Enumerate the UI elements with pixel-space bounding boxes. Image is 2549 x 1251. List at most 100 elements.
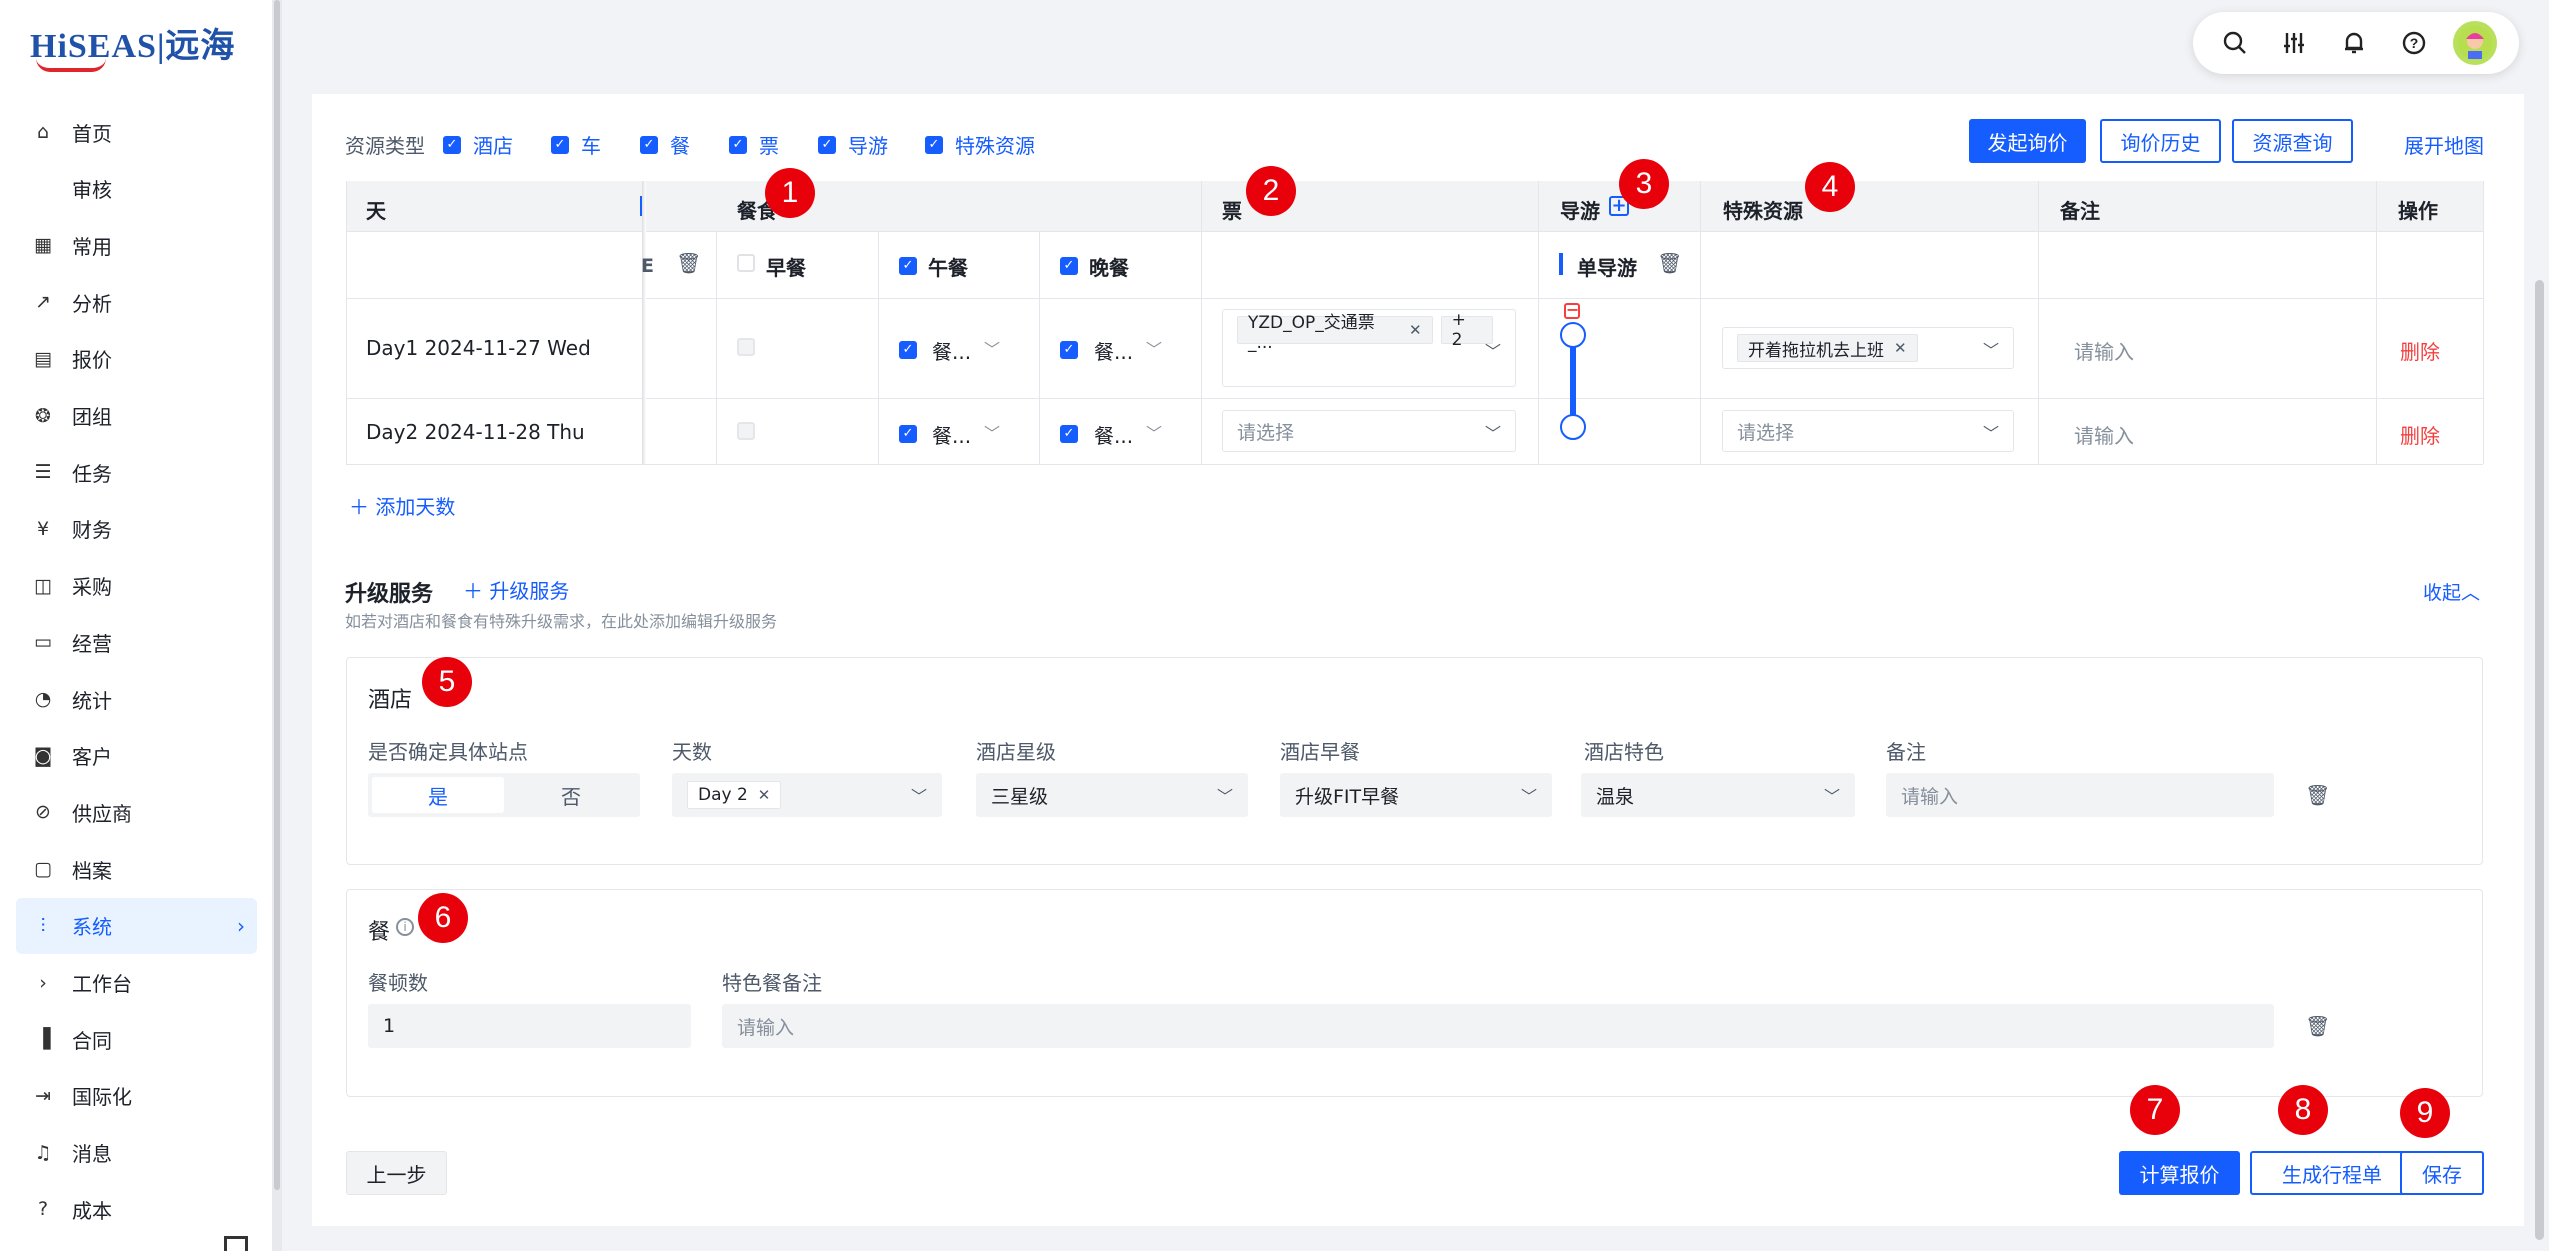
resource-type-checkbox-4[interactable]: ✓ 导游 [818, 130, 888, 159]
day2-dinner-checkbox[interactable]: ✓ [1060, 422, 1078, 443]
day2-ticket-select[interactable]: 请选择 ﹀ [1222, 410, 1516, 452]
supplier-icon: ⊘ [35, 801, 51, 824]
guide-range-handle-start[interactable] [1560, 322, 1586, 348]
sidebar-item-14[interactable]: ⫶ 系统 › [16, 897, 257, 954]
bell-icon: ♫ [34, 1141, 52, 1164]
day1-delete-link[interactable]: 删除 [2400, 336, 2440, 365]
add-day-button[interactable]: ＋ 添加天数 [349, 491, 455, 520]
day1-lunch-checkbox[interactable]: ✓ [899, 338, 917, 359]
save-button[interactable]: 保存 [2400, 1151, 2484, 1195]
breakfast-select[interactable]: 升级FIT早餐 ﹀ [1280, 773, 1552, 817]
sidebar: HiSEAS|远海 ⌂ 首页 审核 ▦ 常用 ↗ 分析 ▤ 报价 ❂ 团组 ☰ 任务 ¥ 财务 ◫ 采购 ▭ 经营 ◔… [0, 0, 282, 1251]
hotel-upgrade-card [346, 657, 2483, 865]
site-yes-option[interactable]: 是 [372, 777, 504, 813]
sidebar-item-8[interactable]: ◫ 采购 [16, 558, 257, 614]
annotation-marker-4: 4 [1805, 162, 1855, 212]
inquiry-button[interactable]: 发起询价 [1969, 119, 2086, 163]
sidebar-item-4[interactable]: ▤ 报价 [16, 331, 257, 387]
delete-guide-trash-icon[interactable]: 🗑 [1657, 251, 1682, 275]
resource-type-checkbox-1[interactable]: ✓ 车 [551, 130, 601, 159]
close-icon[interactable]: ✕ [1894, 339, 1907, 357]
day2-lunch-select[interactable]: 餐... [932, 420, 971, 449]
star-select[interactable]: 三星级 ﹀ [976, 773, 1248, 817]
day2-special-select[interactable]: 请选择 ﹀ [1722, 410, 2014, 452]
dinner-checkbox[interactable]: ✓ [1060, 254, 1078, 275]
sidebar-item-0[interactable]: ⌂ 首页 [16, 104, 257, 160]
sidebar-item-label: 系统 [72, 915, 112, 940]
sliders-icon: ⫶ [40, 914, 46, 937]
sidebar-item-16[interactable]: ▐ 合同 [16, 1011, 257, 1067]
calc-quote-button[interactable]: 计算报价 [2119, 1151, 2240, 1195]
day2-remark-input[interactable]: 请输入 [2074, 420, 2134, 449]
annotation-marker-3: 3 [1619, 159, 1669, 209]
sidebar-item-11[interactable]: ◙ 客户 [16, 728, 257, 784]
sidebar-item-10[interactable]: ◔ 统计 [16, 671, 257, 727]
day1-special-select[interactable]: 开着拖拉机去上班 ✕ ﹀ [1722, 327, 2014, 369]
close-icon[interactable]: ✕ [1409, 321, 1422, 339]
close-icon[interactable]: ✕ [758, 786, 771, 804]
day1-dinner-select[interactable]: 餐... [1094, 336, 1133, 365]
day2-lunch-checkbox[interactable]: ✓ [899, 422, 917, 443]
sidebar-item-3[interactable]: ↗ 分析 [16, 274, 257, 330]
day1-ticket-select[interactable]: YZD_OP_交通票_... ✕ + 2 ﹀ [1222, 309, 1516, 387]
sidebar-collapse-icon[interactable] [224, 1236, 248, 1251]
resource-query-button[interactable]: 资源查询 [2232, 119, 2353, 163]
sidebar-item-1[interactable]: 审核 [16, 161, 257, 217]
resource-type-label-0: 酒店 [473, 134, 513, 158]
sidebar-item-label: 合同 [72, 1028, 112, 1053]
day1-lunch-select[interactable]: 餐... [932, 336, 971, 365]
expand-map-link[interactable]: 展开地图 [2404, 130, 2484, 159]
sidebar-item-12[interactable]: ⊘ 供应商 [16, 784, 257, 840]
delete-meal-upgrade-trash-icon[interactable]: 🗑 [2305, 1014, 2330, 1038]
prev-step-button[interactable]: 上一步 [346, 1151, 447, 1195]
sidebar-item-13[interactable]: ▢ 档案 [16, 841, 257, 897]
sidebar-item-18[interactable]: ♫ 消息 [16, 1125, 257, 1181]
sidebar-item-9[interactable]: ▭ 经营 [16, 614, 257, 670]
sidebar-scrollbar[interactable] [274, 0, 280, 1190]
day1-remark-input[interactable]: 请输入 [2074, 336, 2134, 365]
resource-type-checkbox-5[interactable]: ✓ 特殊资源 [925, 130, 1035, 159]
search-icon[interactable] [2215, 23, 2255, 63]
days-select[interactable]: Day 2 ✕ ﹀ [672, 773, 942, 817]
hotel-remark-input[interactable]: 请输入 [1886, 773, 2274, 817]
sidebar-item-6[interactable]: ☰ 任务 [16, 444, 257, 500]
guide-range-handle-end[interactable] [1560, 414, 1586, 440]
add-upgrade-button[interactable]: ＋ 升级服务 [463, 575, 569, 604]
sidebar-item-15[interactable]: › 工作台 [16, 955, 257, 1011]
page-scrollbar[interactable] [2535, 280, 2544, 1240]
day1-dinner-checkbox[interactable]: ✓ [1060, 338, 1078, 359]
lunch-checkbox[interactable]: ✓ [899, 254, 917, 275]
resource-type-checkbox-3[interactable]: ✓ 票 [729, 130, 779, 159]
sliders-icon[interactable] [2274, 23, 2314, 63]
remove-guide-icon[interactable]: − [1564, 302, 1580, 319]
meal-remark-input[interactable]: 请输入 [722, 1004, 2274, 1048]
sidebar-item-17[interactable]: ⇥ 国际化 [16, 1068, 257, 1124]
annotation-marker-2: 2 [1246, 166, 1296, 216]
inquiry-history-button[interactable]: 询价历史 [2100, 119, 2221, 163]
help-icon[interactable]: ? [2394, 23, 2434, 63]
info-icon[interactable]: i [396, 918, 414, 936]
resource-type-checkbox-0[interactable]: ✓ 酒店 [443, 130, 513, 159]
sidebar-item-19[interactable]: ? 成本 [16, 1181, 257, 1237]
delete-hotel-trash-icon[interactable]: 🗑 [2305, 783, 2330, 807]
sidebar-item-label: 任务 [72, 461, 112, 486]
day2-delete-link[interactable]: 删除 [2400, 420, 2440, 449]
resource-type-checkbox-2[interactable]: ✓ 餐 [640, 130, 690, 159]
day2-dinner-select[interactable]: 餐... [1094, 420, 1133, 449]
sidebar-item-7[interactable]: ¥ 财务 [16, 501, 257, 557]
feature-select[interactable]: 温泉 ﹀ [1581, 773, 1855, 817]
sidebar-item-2[interactable]: ▦ 常用 [16, 217, 257, 273]
generate-itinerary-button[interactable]: 生成行程单 [2250, 1151, 2414, 1195]
collapse-link[interactable]: 收起︿ [2423, 578, 2480, 605]
checkbox-checked-icon: ✓ [443, 135, 461, 154]
site-no-option[interactable]: 否 [506, 777, 636, 813]
chevron-down-icon: ﹀ [1520, 787, 1537, 806]
delete-meal-trash-icon[interactable]: 🗑 [676, 251, 701, 275]
meal-count-input[interactable]: 1 [368, 1004, 691, 1048]
chevron-down-icon: ﹀ [910, 787, 927, 806]
breakfast-checkbox[interactable] [737, 254, 755, 276]
bell-icon[interactable] [2334, 23, 2374, 63]
brand-logo[interactable]: HiSEAS|远海 [30, 18, 235, 72]
user-avatar[interactable] [2453, 21, 2498, 65]
sidebar-item-5[interactable]: ❂ 团组 [16, 388, 257, 444]
